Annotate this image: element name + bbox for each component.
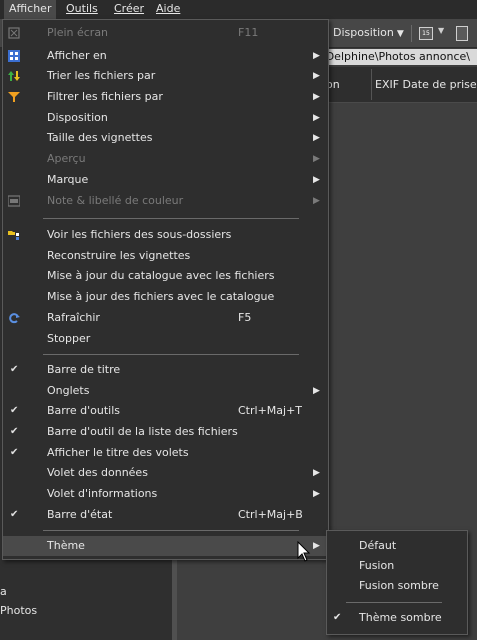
menu-item-disposition[interactable]: Disposition ▶	[3, 108, 328, 128]
menu-afficher[interactable]: Afficher	[4, 0, 57, 19]
menu-item-marque[interactable]: Marque ▶	[3, 170, 328, 190]
menu-separator	[346, 602, 442, 603]
submenu-item-defaut[interactable]: Défaut	[327, 536, 467, 556]
chevron-right-icon: ▶	[313, 386, 320, 396]
column-header: on EXIF Date de prise	[322, 67, 477, 103]
menu-item-theme[interactable]: Thème ▶	[3, 536, 328, 556]
chevron-right-icon: ▶	[313, 71, 320, 81]
menu-item-titre-volets[interactable]: ✔ Afficher le titre des volets	[3, 443, 328, 463]
checkmark-icon: ✔	[10, 509, 19, 520]
column-divider[interactable]	[371, 69, 372, 100]
sort-icon	[8, 71, 20, 81]
menu-item-barre-etat[interactable]: ✔ Barre d'état Ctrl+Maj+B	[3, 505, 328, 525]
disposition-button[interactable]: Disposition ▼	[333, 25, 404, 41]
submenu-item-fusion-sombre[interactable]: Fusion sombre	[327, 576, 467, 596]
chevron-right-icon: ▶	[313, 541, 320, 551]
menu-bar: Afficher Outils Créer Aide	[0, 0, 477, 19]
menu-item-taille-vignettes[interactable]: Taille des vignettes ▶	[3, 128, 328, 148]
checkmark-icon: ✔	[333, 612, 342, 623]
menu-item-volet-infos[interactable]: Volet d'informations ▶	[3, 484, 328, 504]
document-icon[interactable]	[456, 26, 468, 41]
left-panel-label: a	[0, 585, 7, 598]
chevron-right-icon: ▶	[313, 468, 320, 478]
chevron-right-icon: ▶	[313, 196, 320, 206]
checkmark-icon: ✔	[10, 405, 19, 416]
folder-photos[interactable]: Photos	[0, 604, 37, 617]
menu-item-stopper[interactable]: Stopper	[3, 329, 328, 349]
path-bar[interactable]: \Delphine\Photos annonce\	[322, 49, 477, 65]
menu-item-onglets[interactable]: Onglets ▶	[3, 381, 328, 401]
checkmark-icon: ✔	[10, 447, 19, 458]
menu-item-plein-ecran: Plein écran F11	[3, 23, 328, 43]
menu-separator	[43, 218, 299, 219]
menu-outils[interactable]: Outils	[61, 0, 103, 19]
submenu-item-theme-sombre[interactable]: ✔ Thème sombre	[327, 608, 467, 628]
chevron-right-icon: ▶	[313, 92, 320, 102]
mouse-cursor-icon	[297, 541, 311, 562]
menu-item-barre-outils[interactable]: ✔ Barre d'outils Ctrl+Maj+T	[3, 401, 328, 421]
checkmark-icon: ✔	[10, 426, 19, 437]
menu-item-filtrer[interactable]: Filtrer les fichiers par ▶	[3, 87, 328, 107]
menu-item-rafraichir[interactable]: Rafraîchir F5	[3, 308, 328, 328]
menu-item-maj-fichiers[interactable]: Mise à jour des fichiers avec le catalog…	[3, 287, 328, 307]
menu-item-apercu: Aperçu ▶	[3, 149, 328, 169]
grid-view-icon	[8, 50, 20, 62]
calendar-icon[interactable]: 15	[419, 27, 433, 40]
chevron-right-icon: ▶	[313, 489, 320, 499]
subfolder-icon	[8, 231, 19, 240]
rating-label-icon	[8, 195, 20, 207]
menu-item-sous-dossiers[interactable]: Voir les fichiers des sous-dossiers	[3, 225, 328, 245]
menu-item-reconstruire[interactable]: Reconstruire les vignettes	[3, 246, 328, 266]
menu-item-maj-catalogue[interactable]: Mise à jour du catalogue avec les fichie…	[3, 266, 328, 286]
menu-separator	[43, 530, 299, 531]
filter-icon	[8, 92, 20, 102]
menu-aide[interactable]: Aide	[151, 0, 185, 19]
chevron-down-icon[interactable]: ▼	[438, 26, 444, 35]
chevron-right-icon: ▶	[313, 113, 320, 123]
menu-item-barre-liste[interactable]: ✔ Barre d'outil de la liste des fichiers	[3, 422, 328, 442]
afficher-menu: Plein écran F11 Afficher en ▶ Trier les …	[2, 19, 329, 560]
menu-item-note: Note & libellé de couleur ▶	[3, 191, 328, 211]
refresh-icon	[9, 313, 20, 324]
column-header-exif-date[interactable]: EXIF Date de prise	[375, 78, 477, 91]
checkmark-icon: ✔	[10, 364, 19, 375]
toolbar-divider	[411, 25, 412, 42]
chevron-right-icon: ▶	[313, 133, 320, 143]
menu-separator	[43, 354, 299, 355]
menu-item-volet-donnees[interactable]: Volet des données ▶	[3, 463, 328, 483]
theme-submenu: Défaut Fusion Fusion sombre ✔ Thème somb…	[326, 530, 468, 635]
menu-item-afficher-en[interactable]: Afficher en ▶	[3, 46, 328, 66]
chevron-right-icon: ▶	[313, 51, 320, 61]
menu-item-trier[interactable]: Trier les fichiers par ▶	[3, 66, 328, 86]
fullscreen-icon	[8, 27, 20, 39]
menu-item-barre-titre[interactable]: ✔ Barre de titre	[3, 360, 328, 380]
submenu-item-fusion[interactable]: Fusion	[327, 556, 467, 576]
chevron-right-icon: ▶	[313, 175, 320, 185]
chevron-right-icon: ▶	[313, 154, 320, 164]
menu-creer[interactable]: Créer	[109, 0, 149, 19]
chevron-down-icon: ▼	[396, 29, 404, 39]
